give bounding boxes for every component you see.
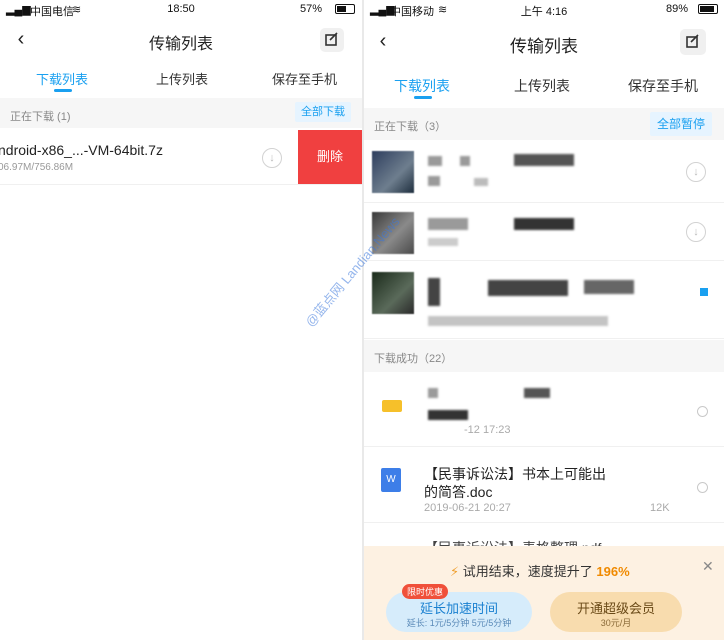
file-meta: -12 17:23 <box>464 424 511 436</box>
file-size: 12K <box>650 502 670 514</box>
file-date: 2019-06-21 20:27 <box>424 502 511 514</box>
download-row[interactable]: ↓ <box>364 142 724 203</box>
promo-panel: ⚡ 试用结束，速度提升了 196% ✕ 限时优惠 延长加速时间 延长: 1元/5… <box>364 546 724 640</box>
select-radio[interactable] <box>697 482 708 493</box>
tab-indicator <box>54 89 72 92</box>
progress-indicator <box>700 288 708 296</box>
promo-percent: 196% <box>596 564 630 579</box>
completed-row[interactable]: -12 17:23 <box>364 374 724 447</box>
battery-icon <box>698 4 718 14</box>
vip-price: 30元/月 <box>600 618 632 628</box>
edit-icon <box>325 32 338 46</box>
download-row[interactable]: ndroid-x86_...-VM-64bit.7z 06.97M/756.86… <box>0 130 362 185</box>
extend-speedup-button[interactable]: 限时优惠 延长加速时间 延长: 1元/5分钟 5元/5分钟 <box>386 584 532 632</box>
tab-upload-list[interactable]: 上传列表 <box>514 76 570 96</box>
download-icon[interactable]: ↓ <box>686 162 706 182</box>
battery-icon <box>335 4 355 14</box>
download-all-button[interactable]: 全部下载 <box>295 102 351 122</box>
section-label: 正在下载（3） <box>374 121 447 133</box>
folder-icon <box>382 400 402 412</box>
page-title: 传输列表 <box>148 36 213 53</box>
extend-title: 延长加速时间 <box>419 601 498 616</box>
status-bar: ▂▄▆ 中国移动 ≋ 上午 4:16 89% <box>364 0 724 20</box>
promo-text: 试用结束，速度提升了 <box>462 564 593 579</box>
limited-offer-badge: 限时优惠 <box>402 584 449 599</box>
delete-button[interactable]: 删除 <box>298 130 362 184</box>
completed-row[interactable]: W 【民事诉讼法】书本上可能出 的简答.doc 2019-06-21 20:27… <box>364 448 724 523</box>
tab-bar: 下载列表 上传列表 保存至手机 <box>364 70 724 100</box>
status-bar: ▂▄▆ 中国电信 ≋ 18:50 57% <box>0 0 362 20</box>
downloading-section-header: 正在下载（3） 全部暂停 <box>364 108 724 140</box>
tab-indicator <box>414 96 432 99</box>
battery-percent: 57% <box>300 3 323 15</box>
file-name-line1: 【民事诉讼法】书本上可能出 <box>424 466 606 482</box>
word-doc-icon: W <box>381 468 401 492</box>
download-row[interactable] <box>364 262 724 339</box>
file-name-line2: 的简答.doc <box>424 484 493 500</box>
download-icon[interactable]: ↓ <box>686 222 706 242</box>
download-row[interactable]: ↓ <box>364 204 724 261</box>
completed-section-header: 下载成功（22） <box>364 340 724 372</box>
select-radio[interactable] <box>697 406 708 417</box>
tab-upload-list[interactable]: 上传列表 <box>156 69 208 88</box>
open-super-vip-button[interactable]: 开通超级会员 30元/月 <box>550 592 682 632</box>
edit-icon <box>686 34 699 48</box>
edit-button[interactable] <box>320 28 344 52</box>
lightning-icon: ⚡ <box>450 564 460 579</box>
nav-bar: ‹ 传输列表 <box>0 20 362 60</box>
tab-save-to-phone[interactable]: 保存至手机 <box>272 69 337 88</box>
close-icon[interactable]: ✕ <box>702 558 714 575</box>
extend-price: 延长: 1元/5分钟 5元/5分钟 <box>406 618 512 628</box>
file-thumbnail <box>372 272 414 314</box>
blurred-text <box>428 156 442 166</box>
file-name: ndroid-x86_...-VM-64bit.7z <box>0 142 163 158</box>
file-thumbnail <box>372 151 414 193</box>
section-label: 下载成功（22） <box>374 353 453 365</box>
vip-title: 开通超级会员 <box>576 601 655 616</box>
tab-download-list[interactable]: 下载列表 <box>36 69 88 88</box>
promo-message: ⚡ 试用结束，速度提升了 196% <box>450 561 630 580</box>
right-screen: ▂▄▆ 中国移动 ≋ 上午 4:16 89% ‹ 传输列表 下载列表 上传列表 … <box>364 0 724 640</box>
downloading-section-header: 正在下载 (1) 全部下载 <box>0 98 362 128</box>
tab-save-to-phone[interactable]: 保存至手机 <box>628 76 698 96</box>
nav-bar: ‹ 传输列表 <box>364 22 724 62</box>
edit-button[interactable] <box>680 29 706 55</box>
page-title: 传输列表 <box>510 37 578 56</box>
tab-bar: 下载列表 上传列表 保存至手机 <box>0 64 362 94</box>
file-progress: 06.97M/756.86M <box>0 162 74 173</box>
download-icon[interactable]: ↓ <box>262 148 282 168</box>
battery-percent: 89% <box>666 3 689 15</box>
tab-download-list[interactable]: 下载列表 <box>394 76 450 96</box>
pause-all-button[interactable]: 全部暂停 <box>650 112 712 136</box>
section-label: 正在下载 (1) <box>10 111 71 123</box>
